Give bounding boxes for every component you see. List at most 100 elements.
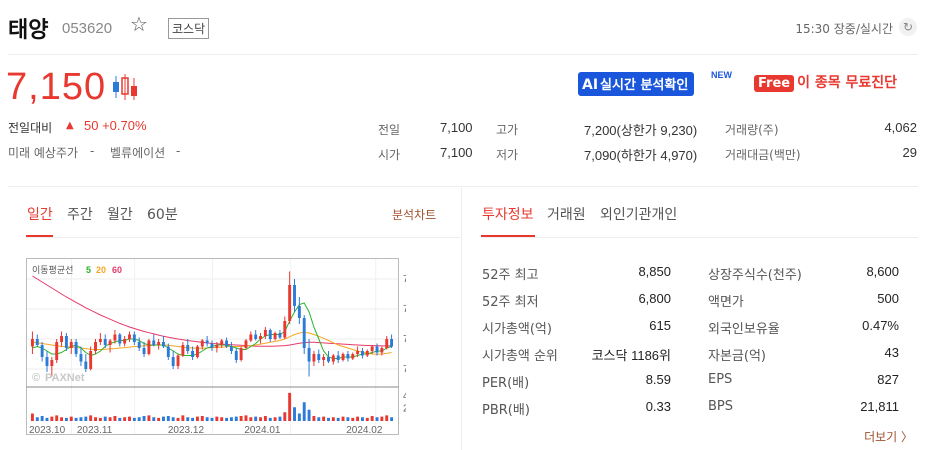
volume-bar [195,416,199,421]
volume-bar [55,415,59,421]
candle-body [239,348,243,360]
candle-body [166,346,170,357]
open-label: 시가 [378,148,401,162]
stock-chart[interactable]: 이동평균선 5 20 60 © PAXNet 7,6007,4007,2007,… [26,258,406,438]
candle-body [152,340,156,345]
ai-analysis-button[interactable]: AI 실시간 분석확인 [578,72,695,96]
volume-bar [317,417,321,421]
candle-body [108,340,112,345]
volume-bar [84,416,88,421]
volume-bar [147,415,151,421]
volume-bar [346,417,350,421]
left-row-value: 8,850 [638,264,671,279]
volume-bar [341,416,345,421]
stock-name: 태양 [8,18,49,43]
volume-bar [385,415,389,421]
candle-body [94,342,97,351]
ai-analysis-label: 실시간 분석확인 [600,78,689,93]
volume-bar [137,417,141,421]
candle-body [365,351,369,356]
volume-bar [239,416,243,421]
volume-bar [331,417,335,421]
right-row-label: EPS [708,372,733,387]
candle-body [288,285,292,321]
right-row-value: 8,600 [866,264,899,279]
active-tab-indicator [481,235,535,237]
volume-bar [278,416,282,421]
right-row-value: 43 [884,345,899,360]
amount-label: 거래대금(백만) [725,148,801,162]
volume-tick: 20K [403,404,406,415]
right-row-label: 자본금(억) [708,349,766,364]
free-tag: Free [754,75,795,92]
volume-bar [356,416,360,421]
tab-daily[interactable]: 일간 [27,204,53,224]
volume-bar [375,417,379,421]
right-row-value: 0.47% [862,318,899,333]
volume-bar [74,417,78,421]
right-row-label: 액면가 [708,295,744,310]
free-diagnosis-button[interactable]: Free 이 종목 무료진단 [754,72,897,92]
candle-body [268,330,272,339]
expected-price-label[interactable]: 미래 예상주가 [8,144,78,161]
candle-body [351,354,355,359]
candle-body [346,354,350,359]
tab-60min[interactable]: 60분 [147,204,178,224]
watermark: © [32,372,40,384]
volume-bar [365,417,369,421]
star-icon[interactable]: ☆ [130,14,148,34]
volume-bar [123,417,127,421]
candle-body [390,339,394,347]
market-badge: 코스닥 [168,18,210,39]
candle-body [103,339,107,345]
volume-bar [254,416,258,421]
volume-bar [327,417,330,421]
candle-body [293,285,296,306]
divider [8,54,918,55]
valuation-label[interactable]: 벨류에이션 [110,144,165,161]
candle-body [225,340,229,347]
tab-investment-info[interactable]: 투자정보 [482,204,534,224]
candle-body [327,357,330,362]
volume-bar [162,416,165,421]
volume-bar [215,416,219,421]
tab-foreign-institution[interactable]: 외인기관개인 [600,204,677,224]
open-value: 7,100 [440,145,473,160]
valuation-value: - [176,144,181,158]
candle-body [30,339,34,347]
volume-bar [60,417,64,421]
left-row-value: 0.33 [645,399,671,414]
candle-body [317,354,321,360]
volume-tick: 40K [403,391,406,402]
right-row-value: 21,811 [860,399,899,414]
left-row-label: PBR(배) [482,403,530,418]
more-link[interactable]: 더보기 〉 [864,428,913,445]
volume-bar [118,417,122,421]
volume-bar [69,416,73,421]
volume-bar [103,416,107,421]
volume-bar [157,417,161,421]
volume-bar [171,417,175,421]
candle-body [302,318,306,348]
volume-value: 4,062 [884,120,917,135]
candle-body [69,342,73,348]
candle-body [74,342,78,354]
tab-brokers[interactable]: 거래원 [547,204,586,224]
right-row-value: 827 [877,372,899,387]
candle-body [385,339,389,348]
right-row-label: BPS [708,399,734,414]
candle-body [79,354,83,362]
tab-weekly[interactable]: 주간 [67,204,93,224]
analysis-chart-link[interactable]: 분석차트 [392,206,436,223]
stock-code: 053620 [62,20,113,37]
refresh-icon[interactable]: ↻ [899,18,917,36]
date-tick: 2023.10 [29,425,66,436]
candle-body [176,355,180,366]
volume-bar [142,416,146,421]
ma-label: 이동평균선 [32,265,73,276]
tab-monthly[interactable]: 월간 [107,204,133,224]
candle-body [380,348,384,353]
candle-body [89,351,93,369]
volume-bar [390,417,394,421]
volume-bar [181,415,185,421]
